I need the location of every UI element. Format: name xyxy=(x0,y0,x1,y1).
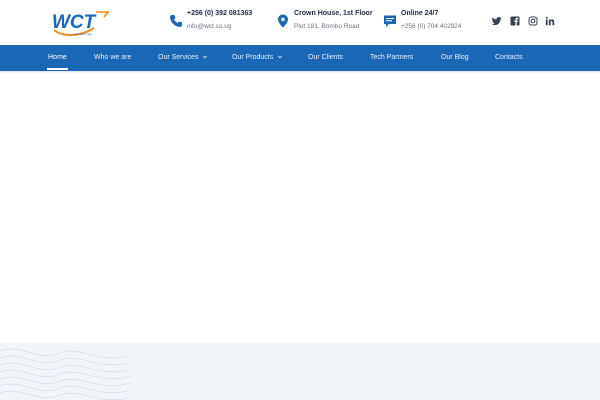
nav-tech-partners[interactable]: Tech Partners xyxy=(370,45,413,71)
chevron-down-icon xyxy=(278,55,283,59)
online-status: Online 24/7 xyxy=(401,10,439,17)
address-line-2: Plot 181, Bombo Road xyxy=(294,23,360,30)
logo-tagline: connect more xyxy=(74,32,93,36)
nav-who-we-are[interactable]: Who we are xyxy=(94,45,131,71)
online-phone: +256 (0) 704 402924 xyxy=(401,23,462,30)
top-header: WCT connect more +256 (0) 392 081363 inf… xyxy=(0,0,600,45)
phone-number: +256 (0) 392 081363 xyxy=(187,10,253,17)
page: WCT connect more +256 (0) 392 081363 inf… xyxy=(0,0,600,400)
chevron-down-icon xyxy=(203,55,208,59)
logo-wordmark: WCT xyxy=(52,12,97,33)
nav-our-services[interactable]: Our Services xyxy=(158,45,208,71)
contact-phone[interactable]: +256 (0) 392 081363 info@wct.co.ug xyxy=(169,10,259,34)
active-nav-indicator xyxy=(47,68,68,70)
linkedin-icon[interactable] xyxy=(545,16,555,26)
location-pin-icon xyxy=(278,14,288,28)
main-nav: Home Who we are Our Services Our Product… xyxy=(0,45,600,71)
chat-bubble-icon xyxy=(384,15,396,27)
contact-online[interactable]: Online 24/7 +256 (0) 704 402924 xyxy=(383,10,473,34)
nav-our-clients[interactable]: Our Clients xyxy=(308,45,343,71)
contact-address: Crown House, 1st Floor Plot 181, Bombo R… xyxy=(276,10,376,34)
instagram-icon[interactable] xyxy=(528,16,538,26)
facebook-icon[interactable] xyxy=(510,16,520,26)
twitter-icon[interactable] xyxy=(492,16,502,26)
address-line-1: Crown House, 1st Floor xyxy=(294,10,373,17)
footer-section-background xyxy=(0,343,600,400)
nav-contacts[interactable]: Contacts xyxy=(495,45,523,71)
nav-our-services-label: Our Services xyxy=(158,54,199,61)
nav-our-products[interactable]: Our Products xyxy=(232,45,283,71)
phone-icon xyxy=(170,15,182,27)
nav-our-blog[interactable]: Our Blog xyxy=(441,45,469,71)
contact-email[interactable]: info@wct.co.ug xyxy=(187,23,232,30)
wct-logo[interactable]: WCT connect more xyxy=(50,8,112,38)
decorative-wave-lines xyxy=(0,348,131,400)
nav-shadow xyxy=(0,71,600,73)
nav-our-products-label: Our Products xyxy=(232,54,274,61)
